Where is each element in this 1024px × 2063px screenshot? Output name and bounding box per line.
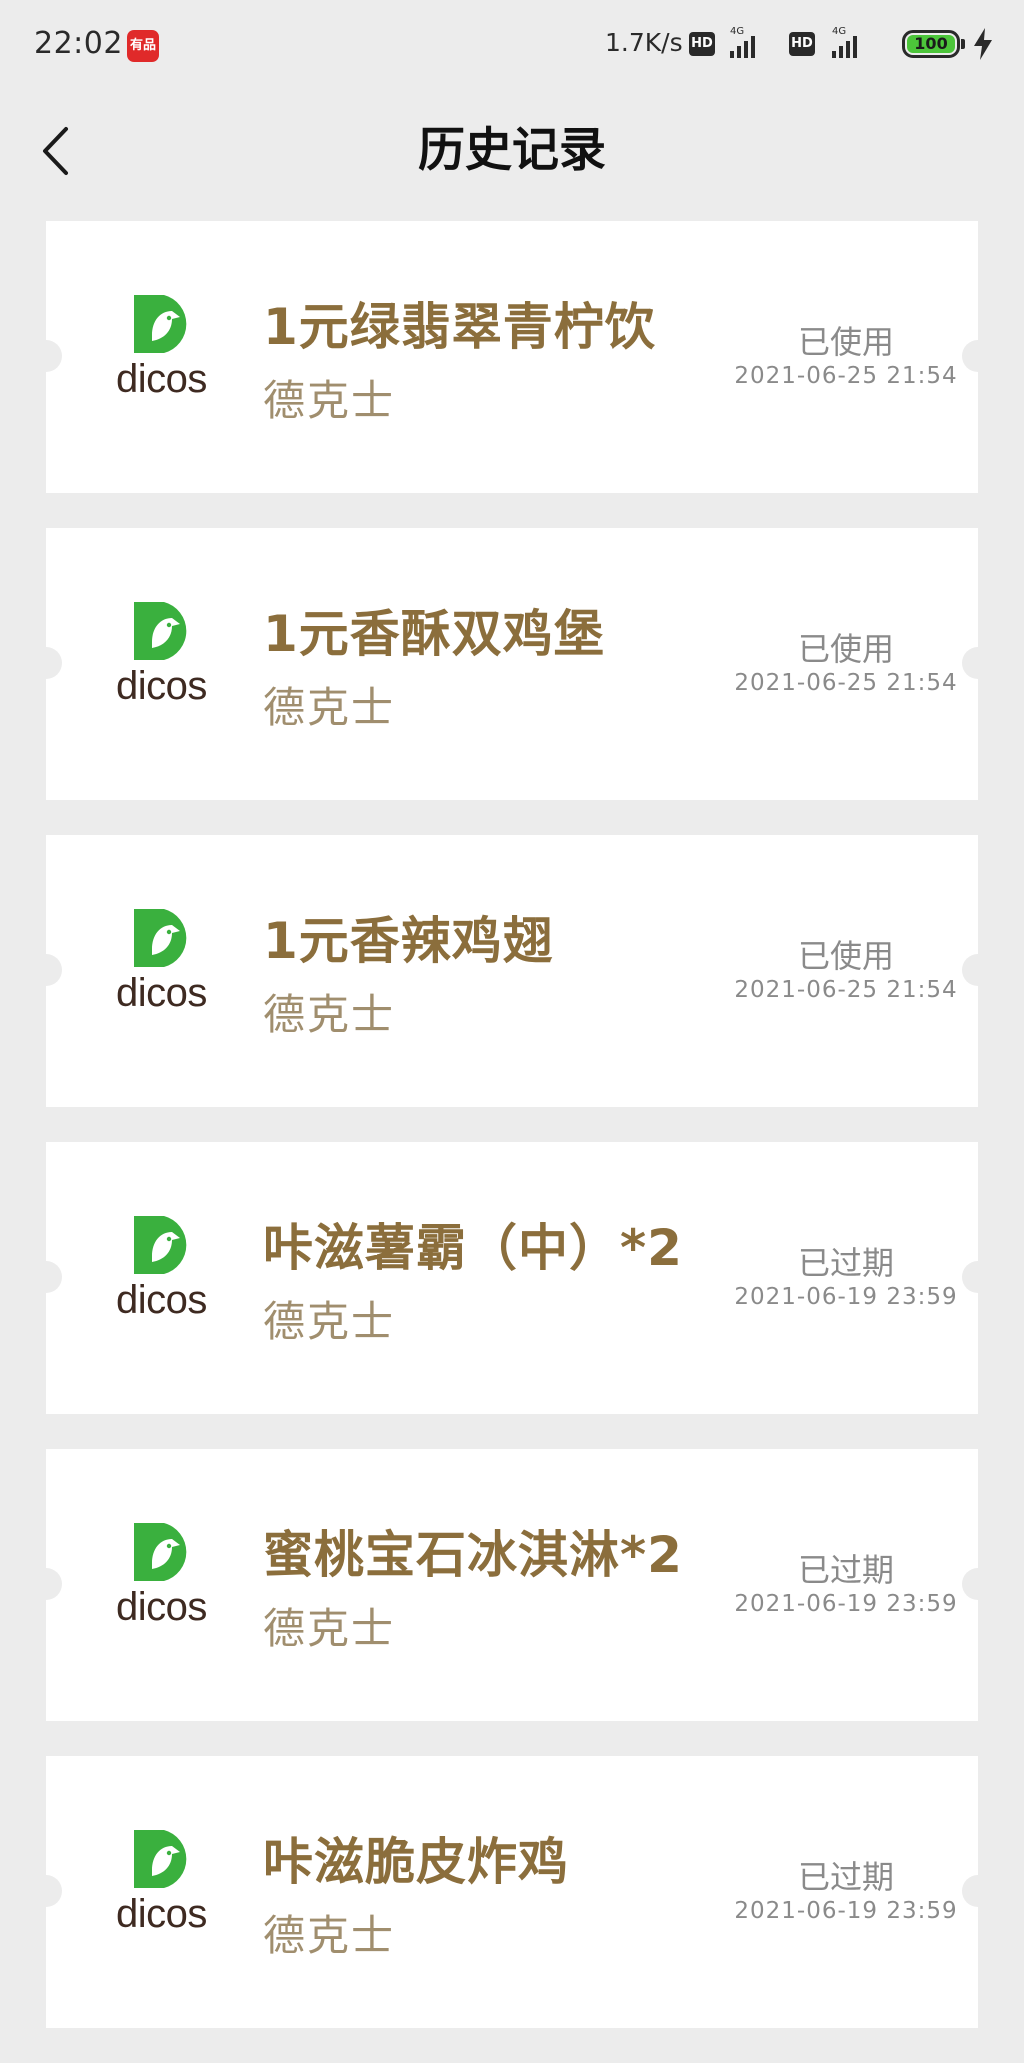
- coupon-brand: 德克士: [263, 1297, 396, 1346]
- ticket-notch: [30, 1568, 62, 1600]
- coupon-card[interactable]: dicos 蜜桃宝石冰淇淋*2 德克士 已过期 2021-06-19 23:59: [30, 1449, 994, 1721]
- coupon-timestamp: 2021-06-25 21:54: [734, 977, 958, 1003]
- coupon-status: 已过期: [797, 1551, 894, 1589]
- hd-volte-icon-2: HD: [789, 32, 815, 56]
- coupon-card[interactable]: dicos 咔滋脆皮炸鸡 德克士 已过期 2021-06-19 23:59: [30, 1756, 994, 2028]
- dicos-logo: dicos: [116, 1826, 207, 1956]
- coupon-timestamp: 2021-06-25 21:54: [734, 670, 958, 696]
- coupon-status: 已过期: [797, 1858, 894, 1896]
- dicos-chick-icon: [134, 1523, 187, 1581]
- coupon-title: 1元绿翡翠青柠饮: [263, 298, 656, 356]
- dicos-wordmark: dicos: [116, 1585, 207, 1629]
- coupon-timestamp: 2021-06-25 21:54: [734, 363, 958, 389]
- dicos-wordmark: dicos: [116, 1278, 207, 1322]
- coupon-brand: 德克士: [263, 990, 396, 1039]
- dicos-logo: dicos: [116, 905, 207, 1035]
- cell-signal-icon-2: 4G: [826, 26, 870, 60]
- coupon-status: 已使用: [797, 937, 894, 975]
- coupon-card[interactable]: dicos 1元香酥双鸡堡 德克士 已使用 2021-06-25 21:54: [30, 528, 994, 800]
- coupon-card[interactable]: dicos 1元绿翡翠青柠饮 德克士 已使用 2021-06-25 21:54: [30, 221, 994, 493]
- page-title: 历史记录: [418, 123, 606, 178]
- ticket-notch: [30, 1261, 62, 1293]
- ticket-notch: [30, 647, 62, 679]
- status-bar: 22:02 有品 1.7K/s HD 4G HD 4G 100: [0, 0, 1024, 90]
- hd-volte-icon: HD: [689, 32, 715, 56]
- coupon-brand: 德克士: [263, 1604, 396, 1653]
- dicos-logo: dicos: [116, 291, 207, 421]
- coupon-status: 已使用: [797, 323, 894, 361]
- ticket-notch: [30, 340, 62, 372]
- coupon-status: 已使用: [797, 630, 894, 668]
- dicos-chick-icon: [134, 602, 187, 660]
- battery-level: 100: [914, 34, 948, 53]
- coupon-title: 1元香酥双鸡堡: [263, 605, 605, 663]
- dicos-chick-icon: [134, 295, 187, 353]
- coupon-title: 蜜桃宝石冰淇淋*2: [263, 1526, 683, 1584]
- coupon-timestamp: 2021-06-19 23:59: [734, 1284, 958, 1310]
- status-time: 22:02: [34, 26, 123, 61]
- dicos-wordmark: dicos: [116, 1892, 207, 1936]
- coupon-title: 1元香辣鸡翅: [263, 912, 554, 970]
- ticket-notch: [30, 954, 62, 986]
- dicos-chick-icon: [134, 1216, 187, 1274]
- coupon-timestamp: 2021-06-19 23:59: [734, 1591, 958, 1617]
- dicos-logo: dicos: [116, 1212, 207, 1342]
- coupon-list: dicos 1元绿翡翠青柠饮 德克士 已使用 2021-06-25 21:54 …: [30, 221, 994, 2063]
- app-notification-badge: 有品: [127, 30, 159, 62]
- cell-signal-icon: 4G: [724, 26, 768, 60]
- dicos-wordmark: dicos: [116, 664, 207, 708]
- coupon-status: 已过期: [797, 1244, 894, 1282]
- coupon-title: 咔滋薯霸（中）*2: [263, 1219, 683, 1277]
- network-speed: 1.7K/s: [605, 28, 683, 57]
- coupon-brand: 德克士: [263, 376, 396, 425]
- ticket-notch: [30, 1875, 62, 1907]
- coupon-timestamp: 2021-06-19 23:59: [734, 1898, 958, 1924]
- charging-icon: [974, 28, 992, 60]
- coupon-title: 咔滋脆皮炸鸡: [263, 1833, 569, 1891]
- dicos-chick-icon: [134, 1830, 187, 1888]
- coupon-card[interactable]: dicos 1元香辣鸡翅 德克士 已使用 2021-06-25 21:54: [30, 835, 994, 1107]
- coupon-brand: 德克士: [263, 1911, 396, 1960]
- dicos-chick-icon: [134, 909, 187, 967]
- coupon-brand: 德克士: [263, 683, 396, 732]
- battery-tip: [961, 39, 965, 49]
- coupon-card[interactable]: dicos 咔滋薯霸（中）*2 德克士 已过期 2021-06-19 23:59: [30, 1142, 994, 1414]
- dicos-logo: dicos: [116, 1519, 207, 1649]
- dicos-logo: dicos: [116, 598, 207, 728]
- dicos-wordmark: dicos: [116, 357, 207, 401]
- battery-icon: 100: [902, 30, 960, 58]
- dicos-wordmark: dicos: [116, 971, 207, 1015]
